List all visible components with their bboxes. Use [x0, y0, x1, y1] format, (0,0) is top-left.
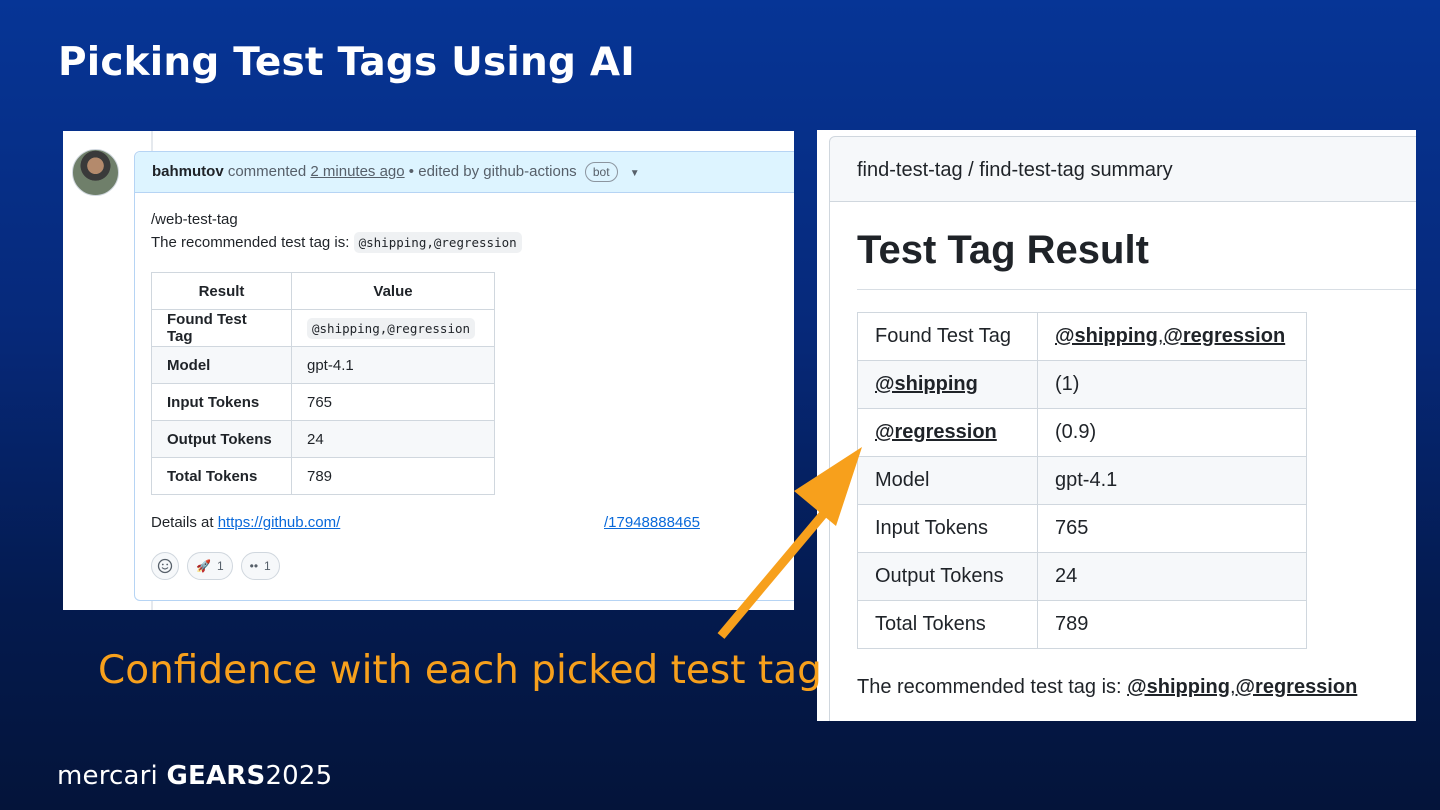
brand-event: GEARS — [166, 761, 266, 791]
brand-year: 2025 — [265, 761, 333, 791]
brand-logo: mercari GEARS2025 — [57, 761, 332, 791]
brand-name: mercari — [57, 761, 158, 791]
annotation-text: Confidence with each picked test tag — [98, 648, 822, 693]
